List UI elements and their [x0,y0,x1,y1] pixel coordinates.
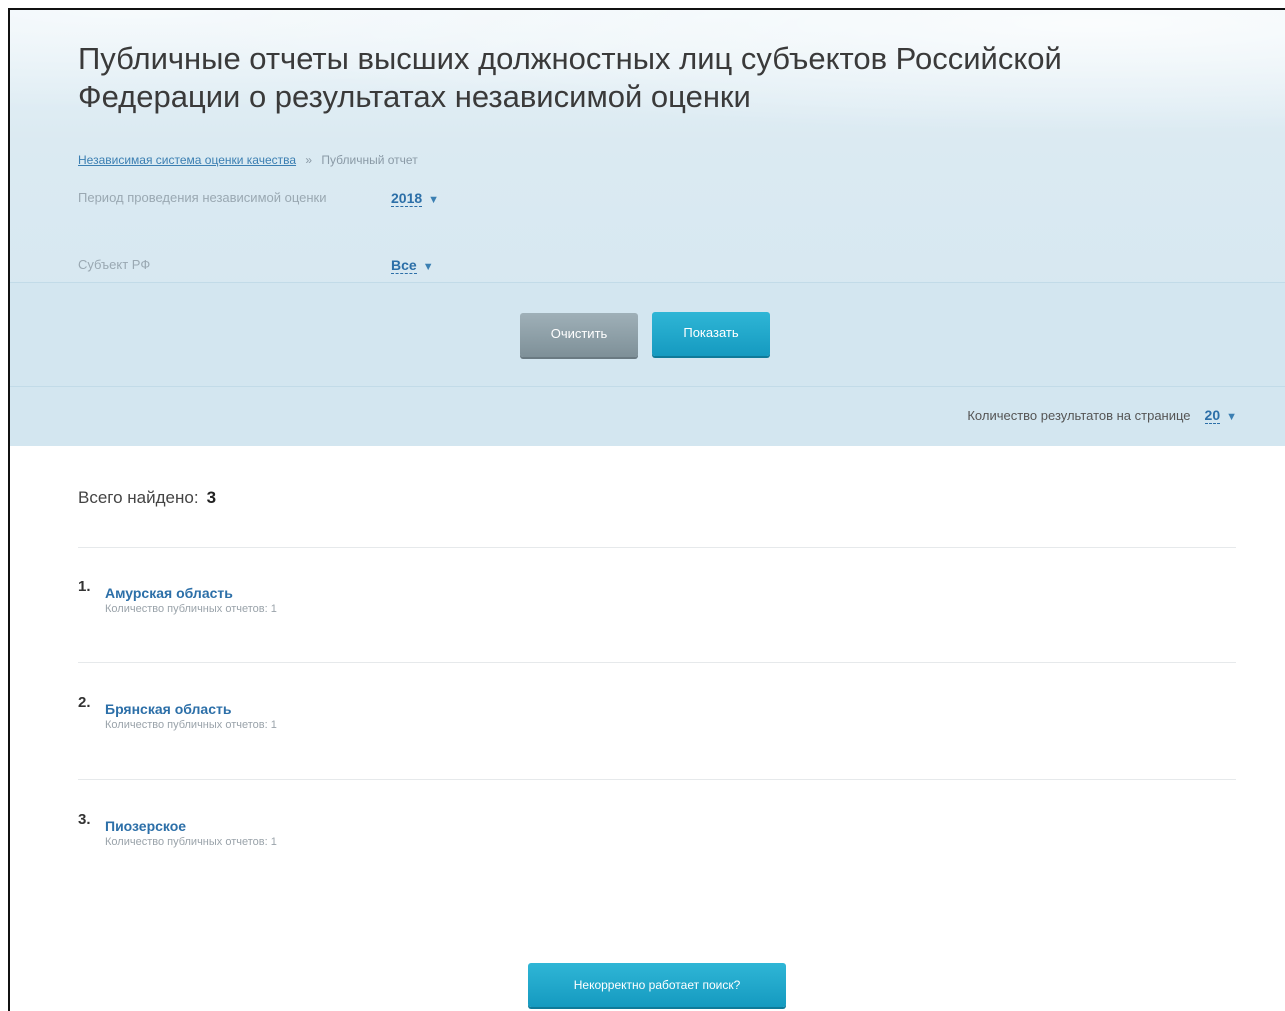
breadcrumb-separator: » [305,153,313,167]
chevron-down-icon: ▼ [428,194,440,206]
per-page-label: Количество результатов на странице [967,408,1191,423]
list-item-subtitle: Количество публичных отчетов: 1 [105,719,277,731]
per-page-control: Количество результатов на странице 20 ▼ [967,407,1237,424]
breadcrumb: Независимая система оценки качества » Пу… [78,153,418,167]
divider [78,779,1236,780]
list-item-link[interactable]: Пиозерское [105,818,186,834]
divider [78,662,1236,663]
results-total-label: Всего найдено: [78,488,199,507]
buttons-band [10,282,1285,386]
subject-filter-label: Субъект РФ [78,257,151,272]
results-total-count: 3 [206,488,217,507]
page-title: Публичные отчеты высших должностных лиц … [78,41,1062,114]
list-item-number: 3. [78,811,91,828]
list-item-link[interactable]: Амурская область [105,585,233,601]
period-select[interactable]: 2018 ▼ [391,190,440,207]
subject-select-value: Все [391,257,417,274]
breadcrumb-current: Публичный отчет [321,153,418,167]
results-total: Всего найдено: 3 [78,488,216,508]
chevron-down-icon: ▼ [422,261,434,273]
header: Публичные отчеты высших должностных лиц … [10,10,1285,446]
period-filter-label: Период проведения независимой оценки [78,190,327,205]
divider [78,547,1236,548]
list-item-number: 1. [78,578,91,595]
clear-button[interactable]: Очистить [520,313,638,357]
breadcrumb-link-nsok[interactable]: Независимая система оценки качества [78,153,296,167]
period-select-value: 2018 [391,190,423,207]
feedback-button[interactable]: Некорректно работает поиск? [528,963,786,1007]
list-item-number: 2. [78,694,91,711]
subject-select[interactable]: Все ▼ [391,257,434,274]
per-page-select[interactable]: 20 [1204,407,1221,424]
list-item-link[interactable]: Брянская область [105,701,231,717]
page-frame: Публичные отчеты высших должностных лиц … [8,8,1285,1011]
list-item-subtitle: Количество публичных отчетов: 1 [105,836,277,848]
show-button[interactable]: Показать [652,312,770,356]
chevron-down-icon[interactable]: ▼ [1226,411,1237,423]
list-item-subtitle: Количество публичных отчетов: 1 [105,603,277,615]
